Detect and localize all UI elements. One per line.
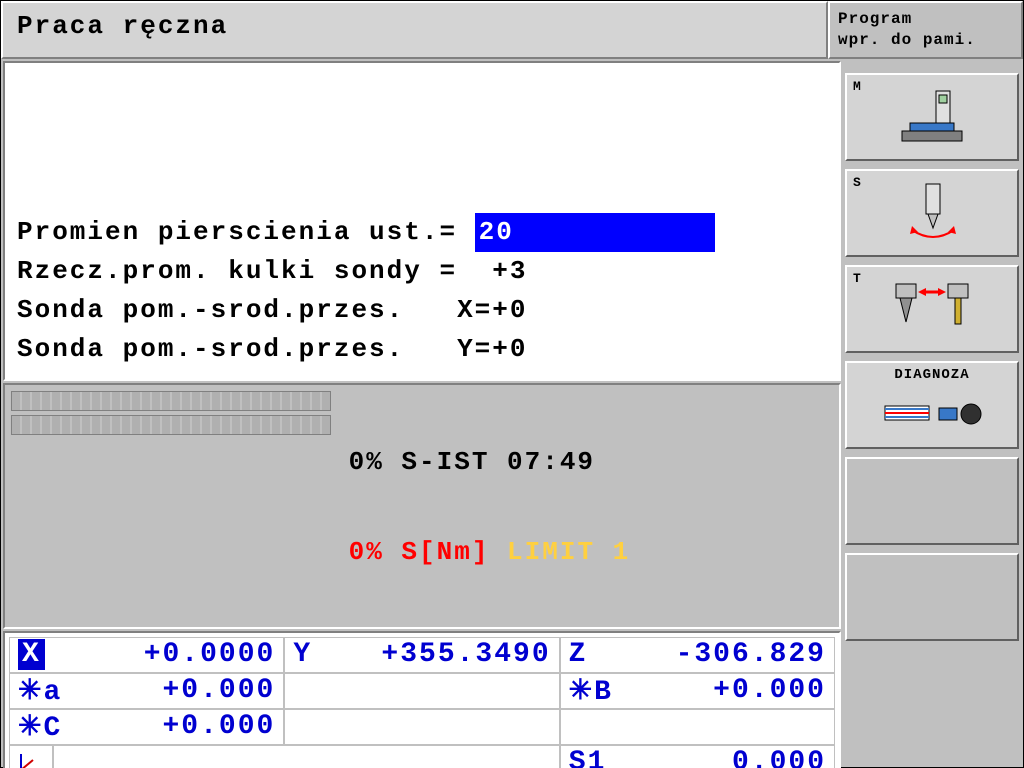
- param-ring-radius: Promien pierscienia ust.= 20: [17, 213, 827, 252]
- side-btn-m[interactable]: M: [845, 73, 1019, 161]
- dro-c: ✳C+0.000: [9, 709, 284, 745]
- title-bar: Praca ręczna: [1, 1, 828, 59]
- load-bar-2: [11, 415, 331, 435]
- tool-icon: [847, 267, 1017, 351]
- dro-b: ✳B+0.000: [560, 673, 835, 709]
- dro-a: ✳a+0.000: [9, 673, 284, 709]
- dro-empty3: [560, 709, 835, 745]
- side-btn-empty-1[interactable]: [845, 457, 1019, 545]
- status-limit: LIMIT 1: [507, 537, 630, 567]
- mode-title: Praca ręczna: [17, 11, 228, 41]
- side-btn-diagnoza[interactable]: DIAGNOZA: [845, 361, 1019, 449]
- dro-s1: S10.000: [560, 745, 835, 768]
- ring-radius-input[interactable]: 20: [475, 213, 715, 252]
- param-offset-y: Sonda pom.-srod.przes. Y=+0: [17, 330, 827, 369]
- dro-z: Z-306.829: [560, 637, 835, 673]
- dro-empty4: [53, 745, 560, 768]
- diagnoza-icon: [847, 385, 1017, 447]
- machine-icon: [847, 75, 1017, 159]
- dro-empty2: [284, 709, 559, 745]
- status-band: 0% S-IST 07:49 0% S[Nm] LIMIT 1: [3, 383, 841, 629]
- status-snm: 0% S[Nm]: [331, 537, 507, 567]
- param-offset-x: Sonda pom.-srod.przes. X=+0: [17, 291, 827, 330]
- parameter-panel: Promien pierscienia ust.= 20 Rzecz.prom.…: [3, 61, 841, 381]
- side-btn-empty-2[interactable]: [845, 553, 1019, 641]
- side-btn-s[interactable]: S: [845, 169, 1019, 257]
- param-ball-radius: Rzecz.prom. kulki sondy = +3: [17, 252, 827, 291]
- program-line1: Program: [838, 9, 1013, 30]
- side-btn-t[interactable]: T: [845, 265, 1019, 353]
- sidebar: M S T DIAGNOZA: [843, 59, 1023, 768]
- dro-x: X+0.0000: [9, 637, 284, 673]
- dro-panel: X+0.0000 Y+355.3490 Z-306.829 ✳a+0.000 ✳…: [3, 631, 841, 768]
- spindle-icon: [847, 171, 1017, 255]
- status-sist: 0% S-IST 07:49: [331, 447, 833, 477]
- dro-y: Y+355.3490: [284, 637, 559, 673]
- program-status-box: Program wpr. do pami.: [828, 1, 1023, 59]
- program-line2: wpr. do pami.: [838, 30, 1013, 51]
- dro-empty1: [284, 673, 559, 709]
- load-bar-1: [11, 391, 331, 411]
- plane-icon[interactable]: [9, 745, 53, 768]
